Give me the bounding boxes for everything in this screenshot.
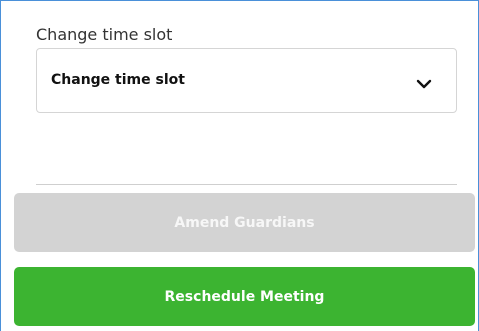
amend-guardians-label: Amend Guardians: [174, 214, 315, 231]
reschedule-panel: Change time slot Change time slot Amend …: [0, 0, 479, 331]
chevron-down-icon: [416, 75, 432, 89]
time-slot-selected-value: Change time slot: [51, 72, 185, 88]
reschedule-meeting-button[interactable]: Reschedule Meeting: [14, 267, 475, 326]
time-slot-select[interactable]: Change time slot: [36, 48, 457, 113]
amend-guardians-button[interactable]: Amend Guardians: [14, 193, 475, 252]
reschedule-meeting-label: Reschedule Meeting: [164, 288, 325, 305]
section-divider: [36, 184, 457, 185]
time-slot-label: Change time slot: [36, 25, 173, 44]
